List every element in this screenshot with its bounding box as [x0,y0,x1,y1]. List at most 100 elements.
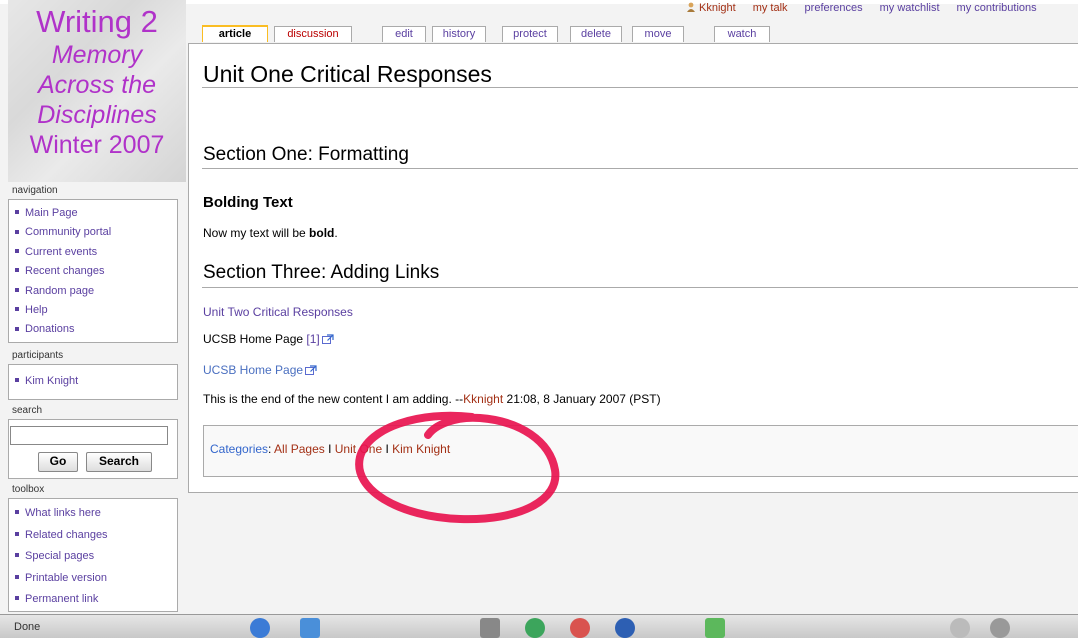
page-title: Unit One Critical Responses [203,61,492,87]
categories-link[interactable]: Categories [210,442,268,456]
sidebar-item-label: Printable version [25,571,107,584]
user-icon [687,2,695,12]
sidebar-item-main-page[interactable]: Main Page [13,204,177,223]
bullet-icon [15,574,19,579]
my-contributions-link[interactable]: my contributions [957,2,1037,14]
sidebar-item-random-page[interactable]: Random page [13,282,177,301]
sidebar-item-current-events[interactable]: Current events [13,243,177,262]
tab-move[interactable]: move [632,26,684,42]
navigation-portlet: Main Page Community portal Current event… [8,199,178,343]
bold-paragraph: Now my text will be bold. [203,225,338,241]
participants-label: participants [12,350,64,361]
app-icon[interactable] [570,618,590,638]
category-links-box: Categories: All Pages I Unit One I Kim K… [203,425,1078,477]
app-icon[interactable] [615,618,635,638]
logo-line-3: Across the [37,71,157,99]
bolding-text-heading: Bolding Text [203,194,293,211]
sidebar-item-label: What links here [25,507,101,519]
app-icon[interactable] [300,618,320,638]
section-three-heading: Section Three: Adding Links [203,262,440,283]
user-page-link[interactable]: Kknight [686,2,736,14]
bold-paragraph-suffix: . [334,226,338,240]
logo-line-1: Writing 2 [36,4,158,39]
status-bar: Done [0,614,1078,638]
bullet-icon [15,210,19,215]
sidebar-item-permanent-link[interactable]: Permanent link [13,589,177,611]
status-text: Done [14,621,41,633]
sidebar-item-donations[interactable]: Donations [13,320,177,339]
sidebar-item-label: Permanent link [25,593,99,606]
signature-timestamp: 21:08, 8 January 2007 (PST) [503,392,661,406]
external-link-icon [305,365,317,375]
sidebar-item-label: Special pages [25,550,95,563]
sidebar-item-special-pages[interactable]: Special pages [13,546,177,568]
search-button[interactable]: Search [86,452,152,472]
sidebar-item-label: Random page [25,284,95,297]
app-icon[interactable] [250,618,270,638]
app-icon[interactable] [480,618,500,638]
tab-delete[interactable]: delete [570,26,622,42]
logo-line-4: Disciplines [37,101,157,129]
ucsb-home-link[interactable]: UCSB Home Page [203,363,303,377]
bullet-icon [15,229,19,234]
bullet-icon [15,287,19,292]
tab-article[interactable]: article [202,25,268,42]
unit-two-link[interactable]: Unit Two Critical Responses [203,305,353,319]
sidebar-item-label: Recent changes [25,265,105,278]
ucsb-ref-link[interactable]: [1] [306,332,319,346]
app-icon[interactable] [705,618,725,638]
category-all-pages[interactable]: All Pages [274,442,325,456]
sidebar-item-label: Kim Knight [25,375,79,387]
tab-discussion[interactable]: discussion [274,26,352,42]
section-one-heading: Section One: Formatting [203,144,409,165]
tab-history[interactable]: history [432,26,486,42]
sidebar-item-label: Help [25,304,48,317]
sidebar-item-what-links-here[interactable]: What links here [13,503,177,525]
bullet-icon [15,553,19,558]
external-link-icon [321,334,334,344]
unit-two-paragraph: Unit Two Critical Responses [203,304,353,320]
go-button[interactable]: Go [38,452,78,472]
bullet-icon [15,510,19,515]
ucsb-text: UCSB Home Page [203,332,307,346]
user-name-label: Kknight [699,2,736,14]
section-one-divider [202,168,1078,169]
bullet-icon [15,378,19,383]
toolbox-portlet: What links here Related changes Special … [8,498,178,612]
app-icon[interactable] [525,618,545,638]
bold-word: bold [309,226,335,240]
sidebar-item-printable-version[interactable]: Printable version [13,568,177,590]
search-input[interactable] [10,426,168,445]
my-talk-link[interactable]: my talk [753,2,788,14]
signature-user-link[interactable]: Kknight [463,392,503,406]
tab-watch[interactable]: watch [714,26,770,42]
my-watchlist-link[interactable]: my watchlist [880,2,940,14]
site-logo[interactable]: Writing 2 Memory Across the Disciplines … [8,0,186,182]
sidebar-item-related-changes[interactable]: Related changes [13,525,177,547]
ucsb-paragraph-2: UCSB Home Page [203,362,317,378]
bullet-icon [15,248,19,253]
app-icon[interactable] [950,618,970,638]
red-circle-annotation [355,411,560,524]
navigation-label: navigation [12,185,58,196]
sidebar-item-label: Related changes [25,528,108,541]
title-divider [202,87,1078,88]
sidebar-item-community-portal[interactable]: Community portal [13,223,177,242]
bullet-icon [15,326,19,331]
sidebar-item-help[interactable]: Help [13,301,177,320]
sidebar-item-label: Current events [25,245,98,258]
logo-line-5: Winter 2007 [29,131,165,159]
bullet-icon [15,531,19,536]
tab-protect[interactable]: protect [502,26,558,42]
tab-edit[interactable]: edit [382,26,426,42]
app-icon[interactable] [990,618,1010,638]
sidebar-item-label: Donations [25,323,75,336]
preferences-link[interactable]: preferences [805,2,863,14]
bold-paragraph-prefix: Now my text will be [203,226,310,240]
sidebar-item-label: Community portal [25,226,112,239]
end-text: This is the end of the new content I am … [203,392,464,406]
sidebar-item-kim-knight[interactable]: Kim Knight [13,372,177,391]
personal-links: Kknight my talk preferences my watchlist my … [686,2,1078,18]
sidebar-item-recent-changes[interactable]: Recent changes [13,262,177,281]
ucsb-paragraph-1: UCSB Home Page [1] [203,331,334,347]
